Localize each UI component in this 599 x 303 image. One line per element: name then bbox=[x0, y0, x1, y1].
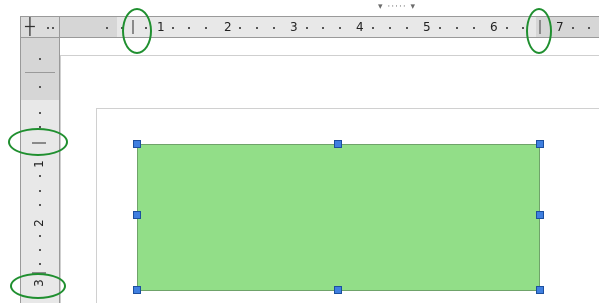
tab-stop-icon[interactable]: ┼ bbox=[25, 17, 35, 37]
annotation-oval-top-margin bbox=[8, 128, 68, 156]
ruler-tick bbox=[188, 27, 190, 29]
ruler-tick bbox=[39, 235, 41, 237]
ruler-label: 3 bbox=[290, 20, 298, 34]
ruler-margin-left bbox=[60, 17, 117, 37]
ruler-tick bbox=[172, 27, 174, 29]
ruler-tick bbox=[439, 27, 441, 29]
resize-handle-top[interactable] bbox=[334, 140, 342, 148]
ruler-tick bbox=[322, 27, 324, 29]
ruler-tick bbox=[273, 27, 275, 29]
ruler-corner[interactable]: ┼ bbox=[20, 16, 60, 38]
ruler-tick bbox=[256, 27, 258, 29]
ruler-tick bbox=[39, 58, 41, 60]
ruler-tick bbox=[39, 249, 41, 251]
ruler-label: 1 bbox=[157, 20, 165, 34]
ruler-tick bbox=[306, 27, 308, 29]
ruler-tick bbox=[39, 263, 41, 265]
resize-handle-top-left[interactable] bbox=[133, 140, 141, 148]
resize-handle-left[interactable] bbox=[133, 211, 141, 219]
annotation-oval-left-indent bbox=[122, 8, 152, 54]
ruler-tick bbox=[572, 27, 574, 29]
ruler-tick bbox=[39, 190, 41, 192]
page-border bbox=[96, 108, 599, 109]
ruler-tick bbox=[339, 27, 341, 29]
ruler-label: 7 bbox=[556, 20, 564, 34]
ruler-tick bbox=[506, 27, 508, 29]
corner-dot bbox=[52, 27, 54, 29]
ruler-margin-top bbox=[21, 38, 59, 100]
ruler-tick bbox=[406, 27, 408, 29]
resize-handle-right[interactable] bbox=[536, 211, 544, 219]
ruler-divider bbox=[25, 72, 55, 73]
ruler-tick bbox=[239, 27, 241, 29]
resize-handle-bottom-left[interactable] bbox=[133, 286, 141, 294]
ruler-tick bbox=[39, 204, 41, 206]
page-border bbox=[96, 108, 97, 303]
corner-dot bbox=[47, 27, 49, 29]
ruler-tick bbox=[39, 86, 41, 88]
annotation-oval-right-indent bbox=[526, 8, 552, 54]
resize-handle-bottom[interactable] bbox=[334, 286, 342, 294]
ruler-label: 4 bbox=[356, 20, 364, 34]
toolbar-grip[interactable]: ▾ ····· ▾ bbox=[378, 2, 416, 12]
top-strip bbox=[0, 0, 599, 14]
vertical-ruler[interactable]: 1 2 3 bbox=[20, 38, 60, 303]
ruler-tick bbox=[522, 27, 524, 29]
annotation-oval-bottom-margin bbox=[10, 273, 66, 299]
ruler-label: 6 bbox=[490, 20, 498, 34]
ruler-label: 5 bbox=[423, 20, 431, 34]
ruler-tick bbox=[39, 112, 41, 114]
ruler-tick bbox=[588, 27, 590, 29]
ruler-tick bbox=[456, 27, 458, 29]
ruler-label: 1 bbox=[31, 160, 46, 168]
ruler-tick bbox=[39, 175, 41, 177]
ruler-tick bbox=[205, 27, 207, 29]
ruler-tick bbox=[106, 27, 108, 29]
resize-handle-bottom-right[interactable] bbox=[536, 286, 544, 294]
rectangle-shape[interactable] bbox=[137, 144, 540, 291]
ruler-label: 2 bbox=[31, 219, 46, 227]
ruler-tick bbox=[473, 27, 475, 29]
resize-handle-top-right[interactable] bbox=[536, 140, 544, 148]
ruler-label: 2 bbox=[224, 20, 232, 34]
canvas-edge bbox=[60, 55, 61, 303]
ruler-tick bbox=[372, 27, 374, 29]
ruler-tick bbox=[389, 27, 391, 29]
canvas-edge bbox=[60, 55, 599, 56]
